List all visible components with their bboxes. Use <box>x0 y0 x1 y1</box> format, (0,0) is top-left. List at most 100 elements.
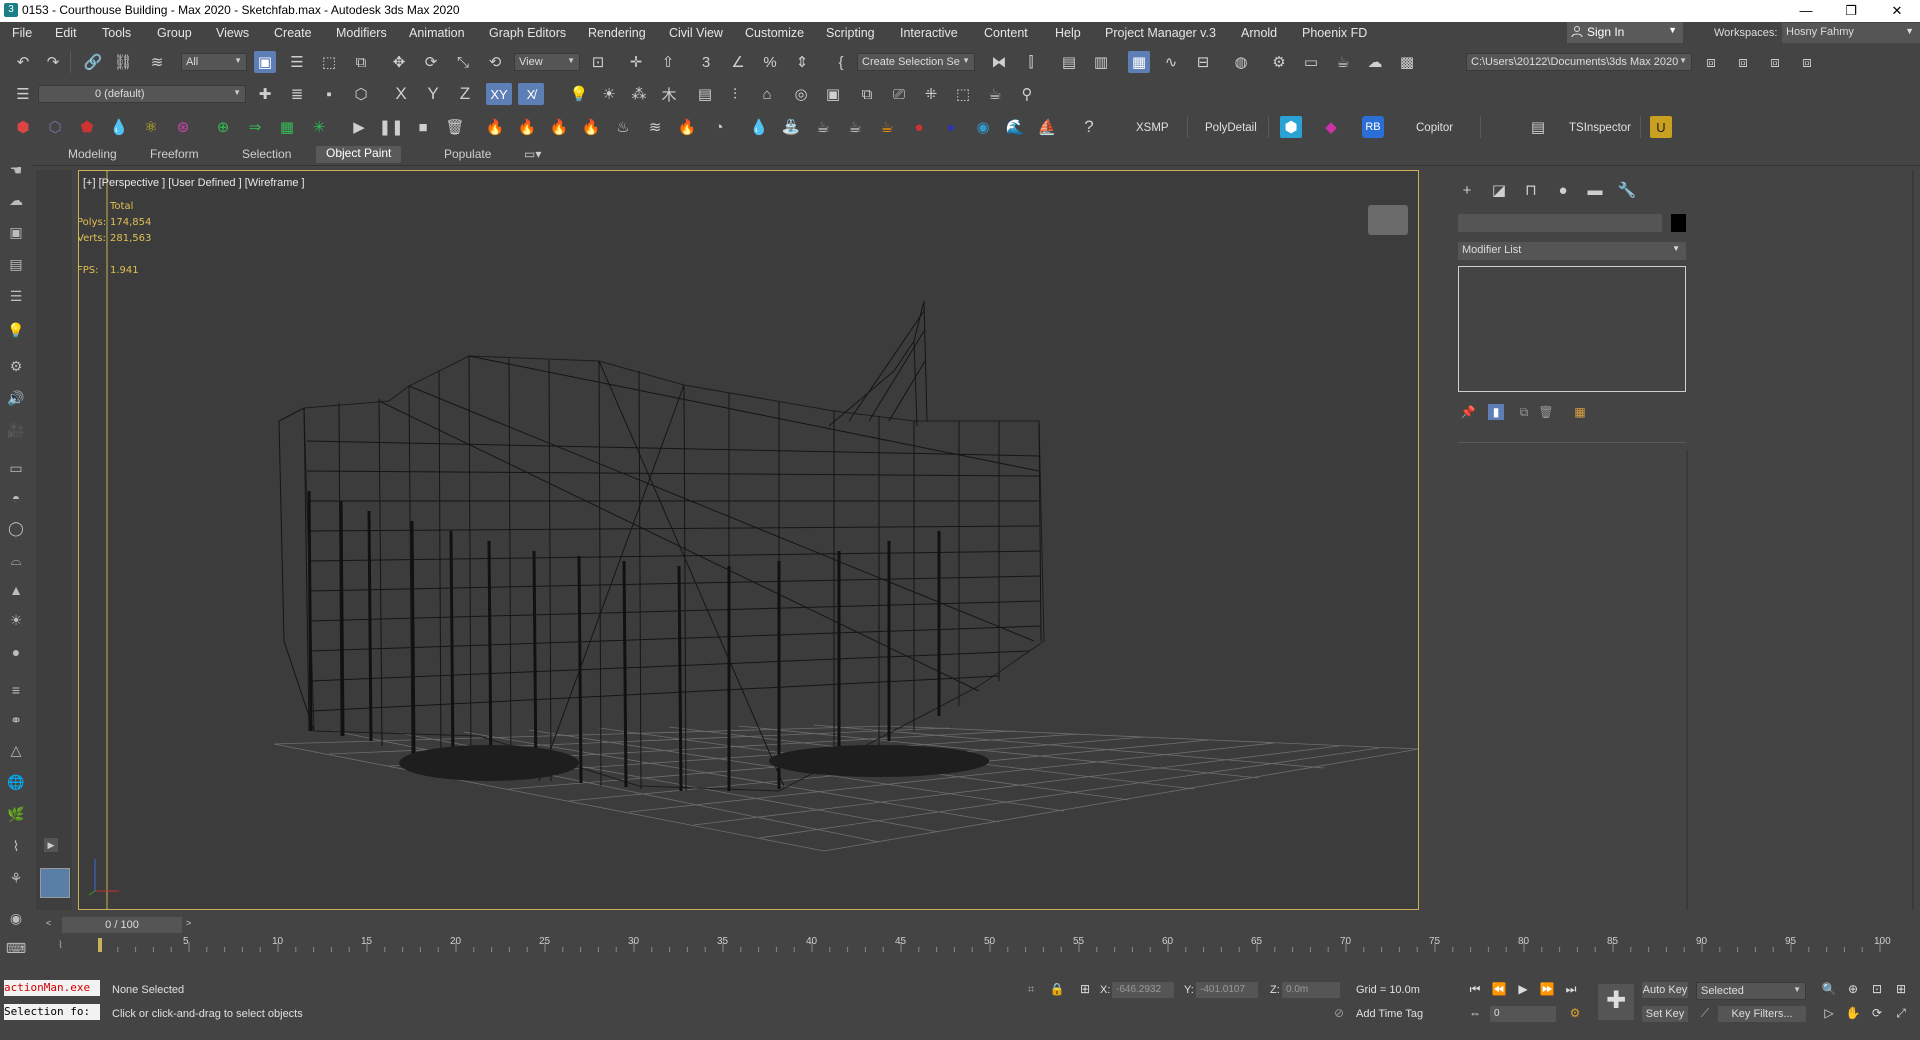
previous-frame-icon[interactable]: ⏪ <box>1490 980 1508 998</box>
clone-icon[interactable]: ⫶ <box>724 83 746 105</box>
blue-ball-icon[interactable]: ● <box>940 116 962 138</box>
zoom-all-icon[interactable]: ⊕ <box>1844 980 1862 998</box>
modifier-list-dropdown[interactable]: Modifier List ▼ <box>1458 242 1686 260</box>
fire3-icon[interactable]: 🔥 <box>548 116 570 138</box>
wire-object-icon[interactable]: ⬡ <box>44 116 66 138</box>
layer-select-icon[interactable]: ⬡ <box>350 83 372 105</box>
maxscript-listener-line[interactable]: actionMan.exe <box>4 980 100 996</box>
maxscript-input-line[interactable]: Selection fo: <box>4 1004 100 1020</box>
green-star-icon[interactable]: ✳ <box>308 116 330 138</box>
prev-frame-arrow-icon[interactable]: < <box>46 918 51 928</box>
menu-help[interactable]: Help <box>1055 26 1081 40</box>
fire-icon[interactable]: 🔥 <box>484 116 506 138</box>
diamond-plugin-icon[interactable]: ◆ <box>1320 116 1342 138</box>
percent-snap-icon[interactable]: % <box>759 51 781 73</box>
sign-in-button[interactable]: Sign In ▼ <box>1567 22 1683 43</box>
layer-stack-icon[interactable]: ≣ <box>286 83 308 105</box>
rendered-frame-icon[interactable]: ▭ <box>1300 51 1322 73</box>
water-drop-icon[interactable]: 💧 <box>108 116 130 138</box>
help-icon[interactable]: ? <box>1078 116 1100 138</box>
render-cloud-icon[interactable]: ☁ <box>1364 51 1386 73</box>
hand-icon[interactable]: ☚ <box>6 160 26 180</box>
pin-stack-icon[interactable]: 📌 <box>1460 404 1476 420</box>
key-filters-button[interactable]: Key Filters... <box>1718 1006 1806 1022</box>
vortex-icon[interactable]: ◔ <box>708 116 730 138</box>
axis-xz-button[interactable]: X̸ <box>518 83 544 105</box>
select-object-icon[interactable]: ▣ <box>254 51 276 73</box>
trash-icon[interactable]: 🗑 <box>444 116 466 138</box>
plane-icon[interactable]: ▭ <box>6 458 26 478</box>
undo-icon[interactable]: ↶ <box>12 51 34 73</box>
tab-selection[interactable]: Selection <box>242 147 291 161</box>
fur-icon[interactable]: ⚘ <box>6 868 26 888</box>
select-manipulate-icon[interactable]: ✛ <box>625 51 647 73</box>
light-bulb-icon[interactable]: 💡 <box>6 320 26 340</box>
fire4-icon[interactable]: 🔥 <box>580 116 602 138</box>
rectangular-selection-icon[interactable]: ⬚ <box>318 51 340 73</box>
viewport-layout4-icon[interactable]: ⧈ <box>1796 51 1818 73</box>
menu-rendering[interactable]: Rendering <box>588 26 646 40</box>
perspective-viewport[interactable]: [+] [Perspective ] [User Defined ] [Wire… <box>78 170 1419 910</box>
absolute-mode-icon[interactable]: ⊞ <box>1076 980 1094 998</box>
panel-scrollbar[interactable] <box>1686 450 1688 910</box>
ocean-icon[interactable]: ◉ <box>972 116 994 138</box>
copitor-button[interactable]: Copitor <box>1416 122 1453 134</box>
ribbon-options-icon[interactable]: ▭▾ <box>524 147 541 161</box>
redo-icon[interactable]: ↷ <box>42 51 64 73</box>
select-by-name-icon[interactable]: ☰ <box>286 51 308 73</box>
molecule-icon[interactable]: ⚭ <box>6 710 26 730</box>
go-to-start-icon[interactable]: ⏮ <box>1466 980 1484 998</box>
rb-plugin-button[interactable]: RB <box>1362 116 1384 138</box>
schematic-view-icon[interactable]: ⊟ <box>1192 51 1214 73</box>
create-tab-icon[interactable]: + <box>1456 180 1478 200</box>
helper-icon[interactable]: ⧉ <box>856 83 878 105</box>
add-to-layer-icon[interactable]: ▪ <box>318 83 340 105</box>
image-icon[interactable]: ▣ <box>6 222 26 242</box>
bowl-icon[interactable]: ⌓ <box>6 550 26 570</box>
time-slider[interactable]: 0 / 100 <box>62 917 182 933</box>
display-tab-icon[interactable]: ▬ <box>1584 180 1606 200</box>
add-time-tag[interactable]: Add Time Tag <box>1356 1008 1423 1020</box>
render-production-icon[interactable]: ☕ <box>1332 51 1354 73</box>
polydetail-button[interactable]: PolyDetail <box>1205 122 1257 134</box>
globe-icon[interactable]: 🌐 <box>6 772 26 792</box>
sphere-icon[interactable]: ◯ <box>6 518 26 538</box>
group-icon[interactable]: ⁜ <box>920 83 942 105</box>
modifier-stack[interactable] <box>1458 266 1686 392</box>
tsinspector-button[interactable]: TSInspector <box>1569 122 1631 134</box>
audio-icon[interactable]: 🔊 <box>6 388 26 408</box>
sphere-light-icon[interactable]: ◉ <box>6 908 26 928</box>
liquid2-icon[interactable]: ⛲ <box>780 116 802 138</box>
create-layer-icon[interactable]: ✚ <box>254 83 276 105</box>
expand-arrow-icon[interactable]: ▶ <box>44 838 58 852</box>
hierarchy-tab-icon[interactable]: ⊓ <box>1520 180 1542 200</box>
next-frame-icon[interactable]: ⏩ <box>1538 980 1556 998</box>
frame-icon[interactable]: ⬚ <box>952 83 974 105</box>
smoke-icon[interactable]: ♨ <box>612 116 634 138</box>
menu-project-manager[interactable]: Project Manager v.3 <box>1105 26 1216 40</box>
display-icon[interactable]: ▣ <box>822 83 844 105</box>
angle-snap-icon[interactable]: ∠ <box>727 51 749 73</box>
time-config-icon[interactable]: ⚙ <box>1566 1004 1584 1022</box>
wind-icon[interactable]: ≋ <box>644 116 666 138</box>
close-button[interactable]: ✕ <box>1874 0 1920 22</box>
place-icon[interactable]: ⟲ <box>484 51 506 73</box>
configure-modifier-sets-icon[interactable]: ▦ <box>1572 404 1588 420</box>
a360-gallery-icon[interactable]: ▩ <box>1396 51 1418 73</box>
set-key-big-icon[interactable]: ✚ <box>1598 984 1634 1020</box>
maximize-viewport-icon[interactable]: ⤢ <box>1892 1004 1910 1022</box>
material-editor-icon[interactable]: ◍ <box>1230 51 1252 73</box>
spinner-snap-icon[interactable]: ⇕ <box>791 51 813 73</box>
snaps-toggle-icon[interactable]: 3 <box>695 51 717 73</box>
zoom-extents-all-icon[interactable]: ⊞ <box>1892 980 1910 998</box>
z-coordinate-field[interactable]: 0.0m <box>1282 982 1340 998</box>
orbit-icon[interactable]: ⟳ <box>1868 1004 1886 1022</box>
splash-icon[interactable]: ☕ <box>876 116 898 138</box>
pyramid-icon[interactable]: △ <box>6 740 26 760</box>
tsinspector-icon[interactable]: ▤ <box>1527 116 1549 138</box>
window-crossing-icon[interactable]: ⧉ <box>350 51 372 73</box>
isolate-icon[interactable]: ⌗ <box>1022 980 1040 998</box>
sky-icon[interactable]: ⌂ <box>756 83 778 105</box>
list-icon[interactable]: ☰ <box>6 286 26 306</box>
viewport-label[interactable]: [+] [Perspective ] [User Defined ] [Wire… <box>83 177 305 189</box>
